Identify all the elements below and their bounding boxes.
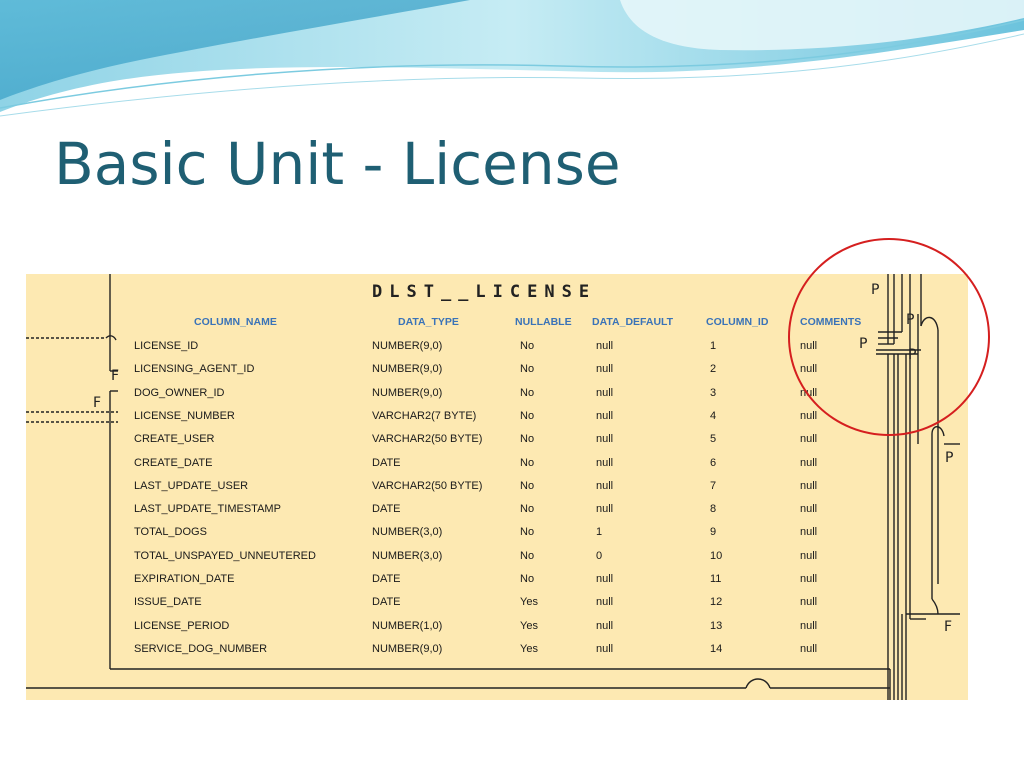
relation-marker-f: F: [111, 368, 120, 384]
cell-comments: null: [800, 456, 818, 469]
cell-column-id: 13: [710, 619, 723, 632]
cell-data-default: null: [596, 479, 614, 492]
header-nullable: NULLABLE: [515, 316, 572, 328]
cell-nullable: No: [520, 433, 535, 446]
cell-data-default: null: [596, 642, 614, 655]
cell-comments: null: [800, 433, 818, 446]
cell-column-id: 8: [710, 503, 717, 516]
highlight-circle: [788, 238, 990, 436]
cell-nullable: No: [520, 479, 535, 492]
cell-data-type: NUMBER(9,0): [372, 642, 443, 655]
cell-data-default: 1: [596, 526, 603, 539]
cell-column-id: 1: [710, 340, 717, 352]
cell-column-id: 5: [710, 433, 717, 446]
cell-comments: null: [800, 409, 818, 422]
cell-column-name: DOG_OWNER_ID: [134, 386, 225, 399]
cell-comments: null: [800, 619, 818, 632]
cell-data-type: NUMBER(3,0): [372, 549, 443, 562]
cell-nullable: No: [520, 340, 535, 352]
cell-data-type: NUMBER(1,0): [372, 619, 443, 632]
header-column-name: COLUMN_NAME: [194, 316, 277, 328]
cell-data-default: null: [596, 363, 614, 376]
cell-data-default: null: [596, 503, 614, 516]
cell-nullable: No: [520, 526, 535, 539]
cell-data-type: DATE: [372, 503, 401, 516]
cell-nullable: Yes: [520, 619, 538, 632]
cell-column-name: CREATE_DATE: [134, 456, 213, 469]
cell-comments: null: [800, 503, 818, 516]
cell-column-id: 4: [710, 409, 717, 422]
decorative-wave-banner: [0, 0, 1024, 117]
cell-data-type: NUMBER(9,0): [372, 386, 443, 399]
cell-column-id: 14: [710, 642, 723, 655]
cell-data-default: null: [596, 573, 614, 585]
cell-data-type: NUMBER(9,0): [372, 340, 443, 352]
cell-comments: null: [800, 479, 818, 492]
cell-column-name: LICENSE_NUMBER: [134, 409, 235, 422]
cell-column-id: 11: [710, 573, 722, 585]
cell-data-type: DATE: [372, 456, 401, 469]
cell-column-id: 9: [710, 526, 717, 539]
cell-nullable: No: [520, 549, 535, 562]
relation-marker-p: P: [945, 450, 954, 466]
cell-nullable: Yes: [520, 596, 538, 609]
cell-data-type: NUMBER(9,0): [372, 363, 443, 376]
cell-column-name: CREATE_USER: [134, 433, 215, 446]
table-name: DLST__LICENSE: [372, 282, 597, 302]
cell-column-id: 12: [710, 596, 723, 609]
cell-data-default: null: [596, 456, 614, 469]
cell-data-default: null: [596, 386, 614, 399]
cell-nullable: No: [520, 409, 535, 422]
cell-data-default: null: [596, 433, 614, 446]
cell-column-name: LICENSE_PERIOD: [134, 619, 230, 632]
cell-column-id: 6: [710, 456, 717, 469]
cell-nullable: No: [520, 363, 535, 376]
cell-nullable: No: [520, 386, 535, 399]
relation-marker-f: F: [944, 619, 953, 635]
cell-column-name: TOTAL_DOGS: [134, 526, 207, 539]
cell-nullable: No: [520, 456, 535, 469]
cell-comments: null: [800, 573, 818, 585]
cell-column-name: LICENSE_ID: [134, 340, 199, 352]
header-data-default: DATA_DEFAULT: [592, 316, 674, 328]
header-column-id: COLUMN_ID: [706, 316, 769, 328]
cell-data-default: 0: [596, 549, 603, 562]
cell-nullable: Yes: [520, 642, 538, 655]
cell-column-id: 10: [710, 549, 723, 562]
cell-data-default: null: [596, 340, 614, 352]
cell-data-type: VARCHAR2(7 BYTE): [372, 409, 477, 422]
cell-column-id: 3: [710, 386, 717, 399]
cell-comments: null: [800, 642, 818, 655]
cell-column-name: LAST_UPDATE_TIMESTAMP: [134, 503, 281, 516]
cell-nullable: No: [520, 573, 535, 585]
cell-comments: null: [800, 596, 818, 609]
cell-column-name: TOTAL_UNSPAYED_UNNEUTERED: [134, 549, 316, 562]
cell-data-default: null: [596, 596, 614, 609]
cell-column-name: ISSUE_DATE: [134, 596, 202, 609]
cell-comments: null: [800, 549, 818, 562]
cell-column-id: 7: [710, 479, 717, 492]
header-data-type: DATA_TYPE: [398, 316, 459, 328]
cell-column-name: SERVICE_DOG_NUMBER: [134, 642, 268, 655]
cell-comments: null: [800, 526, 818, 539]
cell-data-type: NUMBER(3,0): [372, 526, 443, 539]
cell-column-name: LAST_UPDATE_USER: [134, 479, 249, 492]
cell-data-type: DATE: [372, 573, 401, 585]
cell-column-name: LICENSING_AGENT_ID: [134, 363, 255, 376]
cell-data-type: VARCHAR2(50 BYTE): [372, 479, 483, 492]
cell-data-default: null: [596, 409, 614, 422]
relation-marker-f: F: [93, 395, 102, 411]
cell-nullable: No: [520, 503, 535, 516]
cell-column-id: 2: [710, 363, 717, 376]
cell-column-name: EXPIRATION_DATE: [134, 573, 235, 585]
cell-data-default: null: [596, 619, 614, 632]
cell-data-type: VARCHAR2(50 BYTE): [372, 433, 483, 446]
slide-title: Basic Unit - License: [54, 130, 621, 198]
cell-data-type: DATE: [372, 596, 401, 609]
